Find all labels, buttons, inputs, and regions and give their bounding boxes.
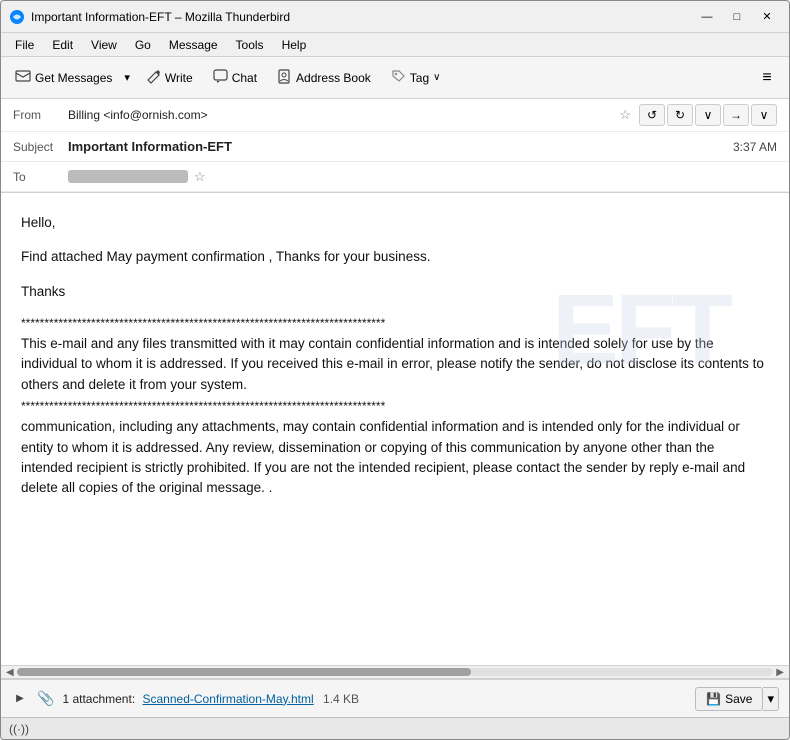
disclaimer-1: This e-mail and any files transmitted wi… — [21, 334, 769, 395]
chat-label: Chat — [232, 71, 257, 85]
address-book-label: Address Book — [296, 71, 371, 85]
timestamp: 3:37 AM — [733, 140, 777, 154]
menu-file[interactable]: File — [7, 36, 42, 54]
attachment-count: 1 attachment: — [62, 692, 135, 706]
subject-row: Subject Important Information-EFT 3:37 A… — [1, 132, 789, 162]
attachment-bar: ▶ 📎 1 attachment: Scanned-Confirmation-M… — [1, 679, 789, 717]
forward-button[interactable]: → — [723, 104, 749, 126]
app-icon — [9, 9, 25, 25]
menubar: File Edit View Go Message Tools Help — [1, 33, 789, 57]
to-row: To ☆ — [1, 162, 789, 192]
scroll-right-arrow[interactable]: ▶ — [773, 667, 787, 678]
subject-label: Subject — [13, 140, 68, 154]
from-label: From — [13, 108, 68, 122]
get-messages-dropdown[interactable]: ▾ — [120, 67, 134, 88]
scroll-left-arrow[interactable]: ◀ — [3, 667, 17, 678]
minimize-button[interactable]: — — [693, 7, 721, 27]
body-line1: Hello, — [21, 213, 769, 233]
chat-button[interactable]: Chat — [205, 62, 265, 94]
more-button[interactable]: ∨ — [751, 104, 777, 126]
tag-icon — [391, 69, 406, 87]
to-star-icon[interactable]: ☆ — [194, 169, 206, 185]
menu-help[interactable]: Help — [274, 36, 315, 54]
subject-value: Important Information-EFT — [68, 139, 725, 154]
header-controls: ↺ ↻ ∨ → ∨ — [639, 104, 777, 126]
menu-edit[interactable]: Edit — [44, 36, 81, 54]
menu-message[interactable]: Message — [161, 36, 226, 54]
address-book-icon — [277, 69, 292, 87]
save-dropdown-button[interactable]: ▾ — [763, 687, 779, 711]
menu-tools[interactable]: Tools — [228, 36, 272, 54]
statusbar: ((·)) — [1, 717, 789, 739]
email-header: From Billing <info@ornish.com> ☆ ↺ ↻ ∨ →… — [1, 99, 789, 193]
body-line2: Find attached May payment confirmation ,… — [21, 247, 769, 267]
save-icon: 💾 — [706, 692, 721, 706]
stars-divider-1: ****************************************… — [21, 316, 769, 330]
get-messages-icon — [15, 68, 31, 87]
email-body: EFT Hello, Find attached May payment con… — [1, 193, 789, 665]
wifi-icon: ((·)) — [9, 722, 29, 736]
paperclip-icon: 📎 — [37, 690, 54, 707]
horizontal-scrollbar[interactable]: ◀ ▶ — [1, 665, 789, 679]
stars-divider-2: ****************************************… — [21, 399, 769, 413]
expand-button[interactable]: ∨ — [695, 104, 721, 126]
to-address-blurred — [68, 170, 188, 183]
chat-icon — [213, 69, 228, 87]
from-star-icon[interactable]: ☆ — [619, 107, 631, 123]
address-book-button[interactable]: Address Book — [269, 62, 379, 94]
write-button[interactable]: Write — [138, 62, 201, 94]
disclaimer-2: communication, including any attachments… — [21, 417, 769, 498]
scrollbar-track[interactable] — [17, 668, 774, 676]
write-label: Write — [165, 71, 193, 85]
write-icon — [146, 69, 161, 87]
attachment-toggle[interactable]: ▶ — [11, 690, 29, 708]
tag-button[interactable]: Tag ∨ — [383, 62, 449, 94]
window-title: Important Information-EFT – Mozilla Thun… — [31, 10, 693, 24]
close-button[interactable]: ✕ — [753, 7, 781, 27]
attachment-size: 1.4 KB — [323, 692, 359, 706]
attachment-filename[interactable]: Scanned-Confirmation-May.html — [143, 692, 314, 706]
tag-arrow: ∨ — [433, 72, 440, 83]
from-row: From Billing <info@ornish.com> ☆ ↺ ↻ ∨ →… — [1, 99, 789, 132]
save-button[interactable]: 💾 Save — [695, 687, 763, 711]
scrollbar-thumb[interactable] — [17, 668, 471, 676]
window-controls: — □ ✕ — [693, 7, 781, 27]
from-value: Billing <info@ornish.com> — [68, 108, 613, 122]
maximize-button[interactable]: □ — [723, 7, 751, 27]
get-messages-label: Get Messages — [35, 71, 112, 85]
save-label: Save — [725, 692, 752, 706]
attachment-info: 1 attachment: Scanned-Confirmation-May.h… — [62, 692, 687, 706]
hamburger-button[interactable]: ≡ — [751, 62, 783, 94]
reply-all-button[interactable]: ↻ — [667, 104, 693, 126]
reply-button[interactable]: ↺ — [639, 104, 665, 126]
body-line3: Thanks — [21, 282, 769, 302]
tag-label: Tag — [410, 71, 429, 85]
to-label: To — [13, 170, 68, 184]
menu-view[interactable]: View — [83, 36, 125, 54]
titlebar: Important Information-EFT – Mozilla Thun… — [1, 1, 789, 33]
get-messages-button[interactable]: Get Messages — [7, 62, 120, 94]
menu-go[interactable]: Go — [127, 36, 159, 54]
toolbar: Get Messages ▾ Write Chat — [1, 57, 789, 99]
